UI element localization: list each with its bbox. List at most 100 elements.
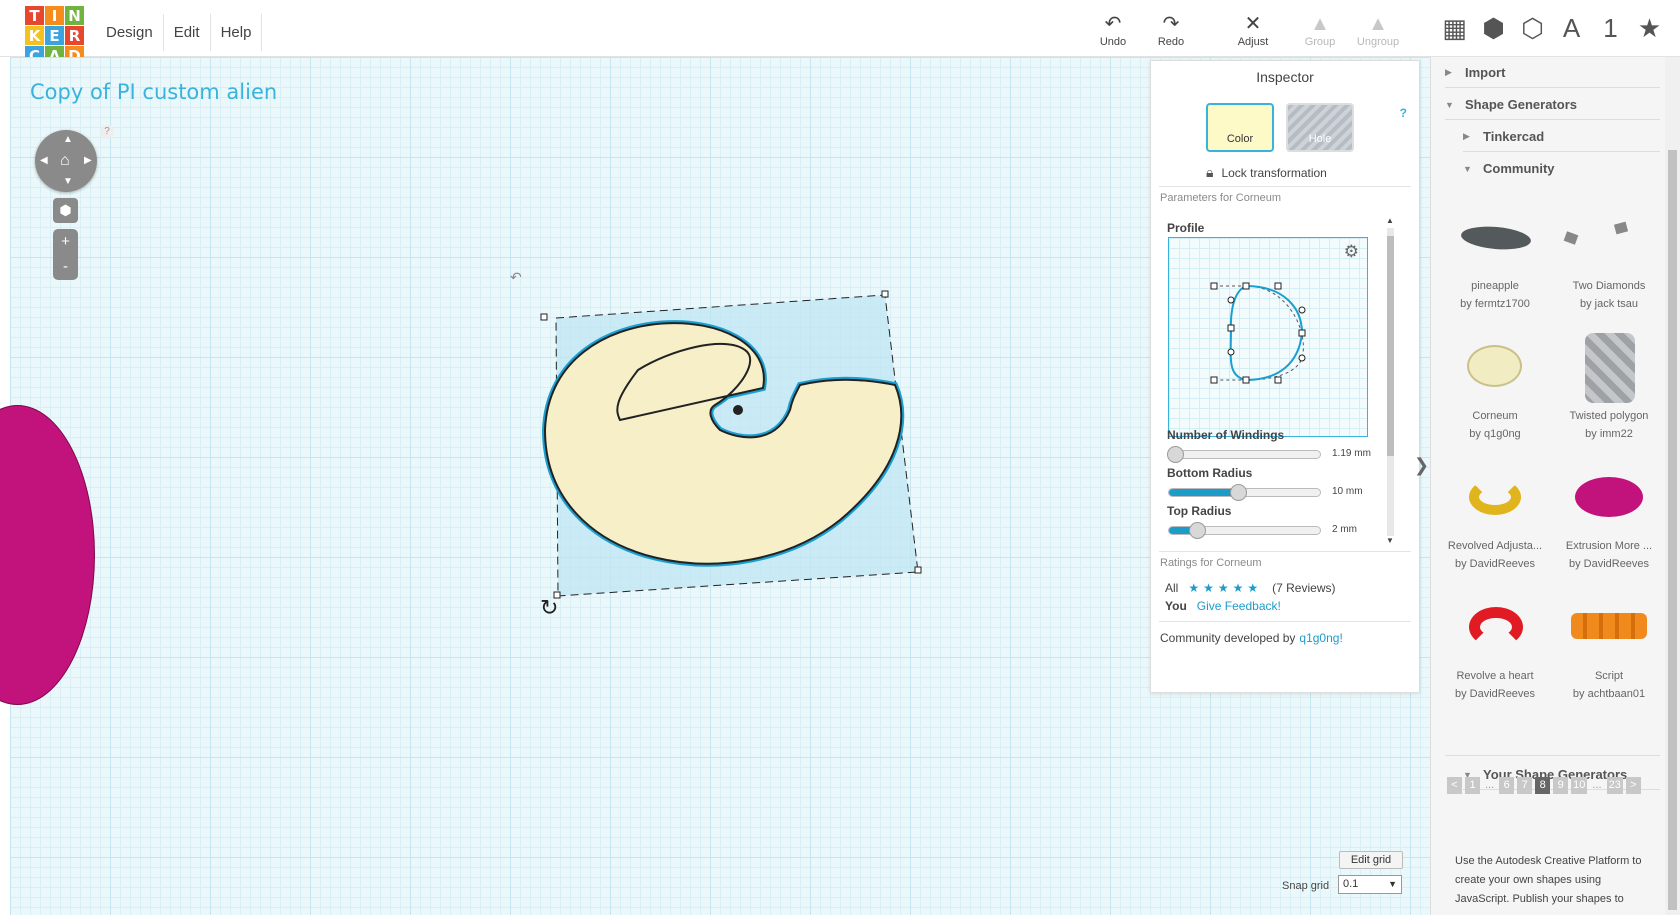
grid-view-icon[interactable]: ▦ [1440,12,1469,44]
top-radius-value: 2 mm [1332,524,1357,535]
text-shape-icon[interactable]: A [1557,12,1586,44]
chevron-right-icon: ▶ [1463,131,1470,141]
shape-thumbnail [1553,327,1665,407]
adjust-button[interactable]: ✕ Adjust [1225,12,1281,52]
pager-page-10[interactable]: 10 [1571,777,1588,794]
ungroup-button[interactable]: ▲ Ungroup [1350,12,1406,52]
menu-edit[interactable]: Edit [164,14,211,51]
edit-grid-button[interactable]: Edit grid [1339,851,1403,869]
logo-letter: N [65,6,84,25]
orbit-down-icon[interactable]: ▼ [63,176,73,187]
inspector-title: Inspector [1256,69,1314,85]
import-section[interactable]: ▶ Import [1445,65,1505,80]
bottom-radius-slider[interactable] [1168,484,1321,501]
redo-icon: ↷ [1162,13,1180,35]
scroll-down-icon[interactable]: ▼ [1386,536,1394,545]
inspector-panel: Inspector ? Color Hole 🔒︎ Lock transform… [1150,60,1420,693]
pager-page-9[interactable]: 9 [1553,777,1569,794]
divider [1159,186,1411,187]
menu-design[interactable]: Design [96,14,164,51]
hole-swatch-button[interactable]: Hole [1286,103,1354,152]
review-count: (7 Reviews) [1272,581,1336,595]
group-button[interactable]: ▲ Group [1292,12,1348,52]
logo-letter: K [25,26,44,45]
shape-card-pineapple[interactable]: pineapple by fermtz1700 [1439,197,1551,322]
svg-text:↻: ↻ [540,596,558,621]
shape-card-twisted-polygon[interactable]: Twisted polygon by imm22 [1553,327,1665,452]
number-shape-icon[interactable]: 1 [1596,12,1625,44]
orbit-left-icon[interactable]: ◀ [40,155,48,166]
params-scrollbar[interactable]: ▲ ▼ [1385,216,1396,548]
slider-knob[interactable] [1167,446,1184,463]
lock-icon: 🔒︎ [1206,164,1214,180]
orbit-right-icon[interactable]: ▶ [84,155,92,166]
windings-value: 1.19 mm [1332,448,1371,459]
divider [1159,621,1411,622]
home-arrow-icon[interactable]: ⌂ [60,152,70,170]
snap-grid-select[interactable]: 0.1 ▼ [1338,875,1402,894]
lock-transformation[interactable]: 🔒︎ Lock transformation [1206,164,1327,181]
windings-slider[interactable] [1167,446,1321,463]
zoom-out-button[interactable]: - [53,254,78,279]
tinkercad-generators-section[interactable]: ▶ Tinkercad [1463,129,1544,144]
profile-label: Profile [1167,221,1205,235]
pager-next-button[interactable]: > [1625,777,1641,794]
rating-you-row: You Give Feedback! [1165,599,1281,613]
shape-card-two-diamonds[interactable]: Two Diamonds by jack tsau [1553,197,1665,322]
scroll-thumb[interactable] [1668,150,1677,910]
menu-help[interactable]: Help [211,14,263,51]
pager-page-1[interactable]: 1 [1465,777,1480,794]
parameters-scroll-area[interactable]: Profile ⚙ Number of Windings 1.19 mm Bot… [1165,219,1397,549]
your-generators-description: Use the Autodesk Creative Platform to cr… [1455,855,1642,905]
color-swatch-button[interactable]: Color [1206,103,1274,152]
ratings-header: Ratings for Corneum [1160,557,1262,569]
zoom-control: + - [53,229,78,280]
zoom-in-button[interactable]: + [53,229,78,254]
logo-letter: R [65,26,84,45]
shape-shortcut-bar: ▦ ⬢ ⬡ A 1 ★ [1440,12,1664,44]
pager-page-7[interactable]: 7 [1517,777,1533,794]
pager-page-8[interactable]: 8 [1535,777,1551,794]
pager-page-23[interactable]: 23 [1606,777,1623,794]
top-radius-slider[interactable] [1168,522,1321,539]
inspector-help-icon[interactable]: ? [1400,106,1407,120]
view-help-icon[interactable]: ? [100,125,114,139]
give-feedback-link[interactable]: Give Feedback! [1197,599,1281,613]
profile-editor[interactable]: ⚙ [1168,237,1368,437]
main-menu: Design Edit Help [96,14,263,51]
shape-card-extrusion-more[interactable]: Extrusion More ... by DavidReeves [1553,457,1665,582]
slider-knob[interactable] [1188,522,1206,539]
shape-thumbnail [1439,197,1551,277]
redo-button[interactable]: ↷ Redo [1143,12,1199,52]
star-rating: ★★★★★ [1188,581,1263,595]
community-generators-section[interactable]: ▼ Community [1463,161,1555,176]
orbit-control[interactable]: ▲ ▼ ◀ ▶ ⌂ [35,130,97,192]
shape-card-revolve-heart[interactable]: Revolve a heart by DavidReeves [1439,587,1551,712]
shape-generators-section[interactable]: ▼ Shape Generators [1445,97,1577,112]
chevron-down-icon: ▼ [1388,879,1397,889]
slider-knob[interactable] [1229,484,1247,501]
wireframe-box-icon[interactable]: ⬡ [1518,12,1547,44]
design-title[interactable]: Copy of PI custom alien [30,80,277,104]
collapse-sidebar-chevron-icon[interactable]: ❯ [1413,440,1430,490]
pager-page-6[interactable]: 6 [1499,777,1515,794]
pager-prev-button[interactable]: < [1447,777,1462,794]
rating-all-row: All ★★★★★ (7 Reviews) [1165,581,1336,595]
box-icon[interactable]: ⬢ [1479,12,1508,44]
chevron-down-icon: ▼ [1445,99,1454,110]
orbit-up-icon[interactable]: ▲ [63,134,73,145]
shape-card-corneum[interactable]: Corneum by q1g0ng [1439,327,1551,452]
scroll-up-icon[interactable]: ▲ [1386,216,1394,225]
corneum-shape-scene[interactable]: ↻ ↶ [510,270,990,630]
ungroup-icon: ▲ [1368,13,1388,35]
shape-card-script[interactable]: Script by achtbaan01 [1553,587,1665,712]
fit-view-button[interactable]: ⬢ [53,198,78,223]
logo-letter: E [45,26,64,45]
shape-card-revolved-adjustable[interactable]: Revolved Adjusta... by DavidReeves [1439,457,1551,582]
star-icon[interactable]: ★ [1635,12,1664,44]
undo-button[interactable]: ↶ Undo [1085,12,1141,52]
author-link[interactable]: q1g0ng! [1299,631,1342,645]
scroll-thumb[interactable] [1387,236,1394,456]
shape-thumbnail [1439,327,1551,407]
sidebar-scrollbar[interactable] [1665,57,1680,915]
